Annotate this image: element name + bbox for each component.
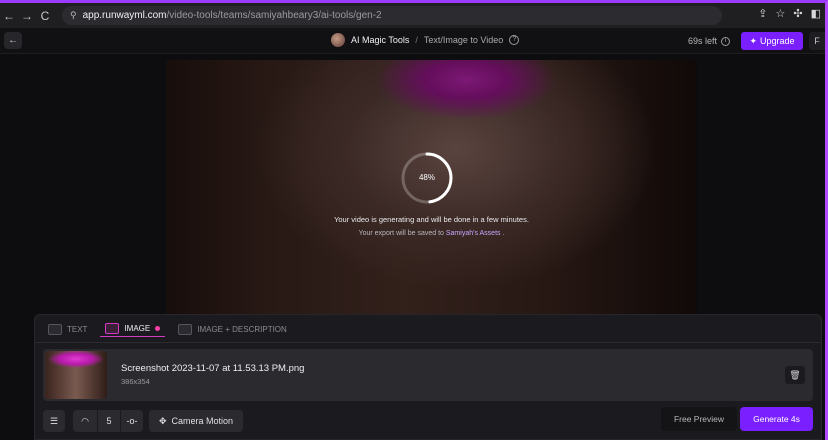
site-info-icon[interactable]: ⚲ xyxy=(70,10,77,21)
file-name: Screenshot 2023-11-07 at 11.53.13 PM.png xyxy=(121,363,305,374)
credits-text: 69s left xyxy=(688,36,718,46)
tab-label: TEXT xyxy=(67,324,88,334)
motion-value[interactable]: 5 xyxy=(98,416,120,426)
tab-label: IMAGE + DESCRIPTION xyxy=(197,324,287,334)
extensions-icon[interactable]: ✣ xyxy=(793,7,802,20)
sliders-icon: ☰ xyxy=(49,415,59,426)
upgrade-label: Upgrade xyxy=(760,36,795,46)
arrow-left-icon[interactable]: ← xyxy=(0,9,18,23)
breadcrumb: AI Magic Tools / Text/Image to Video ? xyxy=(331,33,520,47)
app-header: ← AI Magic Tools / Text/Image to Video ?… xyxy=(0,28,825,54)
header-extra-button[interactable]: F xyxy=(809,32,825,50)
breadcrumb-current: Text/Image to Video xyxy=(423,35,504,45)
url-host: app.runwayml.com xyxy=(82,10,167,21)
export-message: Your export will be saved to Samiyah's A… xyxy=(166,230,697,237)
sidebar-icon[interactable]: ◧ xyxy=(811,7,821,20)
url-path: /video-tools/teams/samiyahbeary3/ai-tool… xyxy=(166,10,382,21)
credits-remaining: 69s left i xyxy=(688,36,731,46)
back-button[interactable]: ← xyxy=(4,32,22,49)
divider xyxy=(35,342,821,343)
browser-actions: ⇪ ☆ ✣ ◧ xyxy=(758,7,821,20)
text-icon xyxy=(48,323,62,335)
input-mode-tabs: TEXT IMAGE IMAGE + DESCRIPTION xyxy=(43,321,292,337)
settings-button[interactable]: ☰ xyxy=(43,410,65,432)
speedometer-icon[interactable]: ◠ xyxy=(73,416,97,427)
tab-image-description[interactable]: IMAGE + DESCRIPTION xyxy=(173,321,292,337)
breadcrumb-magic-tools[interactable]: AI Magic Tools xyxy=(351,35,409,45)
adjust-icon[interactable]: -o- xyxy=(121,416,143,426)
sparkle-icon: ✦ xyxy=(749,35,757,46)
star-icon[interactable]: ☆ xyxy=(776,7,786,20)
tab-text[interactable]: TEXT xyxy=(43,321,92,337)
motion-control: ◠ 5 -o- xyxy=(73,410,143,432)
generation-panel: TEXT IMAGE IMAGE + DESCRIPTION Screensho… xyxy=(34,314,822,440)
arrow-right-icon[interactable]: → xyxy=(18,9,36,23)
info-icon[interactable]: i xyxy=(721,36,731,46)
avatar[interactable] xyxy=(331,33,345,47)
generating-message: Your video is generating and will be don… xyxy=(334,215,529,224)
breadcrumb-separator: / xyxy=(415,35,418,45)
camera-motion-button[interactable]: ✥ Camera Motion xyxy=(149,410,243,432)
trash-icon: 🗑 xyxy=(789,370,801,380)
export-suffix: . xyxy=(500,230,505,237)
browser-toolbar: ← → C ⚲ app.runwayml.com /video-tools/te… xyxy=(0,3,825,28)
image-text-icon xyxy=(178,323,193,335)
delete-image-button[interactable]: 🗑 xyxy=(785,366,805,384)
uploaded-image-card: Screenshot 2023-11-07 at 11.53.13 PM.png… xyxy=(43,349,813,401)
progress-percent: 48% xyxy=(418,173,435,182)
assets-link[interactable]: Samiyah's Assets xyxy=(446,230,501,237)
generation-toolbar: ☰ ◠ 5 -o- ✥ Camera Motion Free Preview G… xyxy=(43,407,815,432)
image-icon xyxy=(105,323,120,334)
camera-motion-label: Camera Motion xyxy=(171,416,234,426)
tab-image[interactable]: IMAGE xyxy=(100,321,166,337)
share-icon[interactable]: ⇪ xyxy=(758,7,767,20)
camera-move-icon: ✥ xyxy=(158,415,167,426)
export-prefix: Your export will be saved to xyxy=(358,230,446,237)
generate-button[interactable]: Generate 4s xyxy=(740,407,813,431)
help-icon[interactable]: ? xyxy=(509,35,520,45)
upgrade-button[interactable]: ✦ Upgrade xyxy=(741,32,803,50)
address-bar[interactable]: ⚲ app.runwayml.com /video-tools/teams/sa… xyxy=(62,6,722,25)
video-preview: 48% Your video is generating and will be… xyxy=(166,60,697,320)
reload-icon[interactable]: C xyxy=(36,9,54,23)
image-thumbnail xyxy=(45,351,107,399)
tab-label: IMAGE xyxy=(124,324,151,333)
free-preview-button[interactable]: Free Preview xyxy=(661,407,737,431)
active-dot xyxy=(155,326,161,331)
file-dimensions: 386x354 xyxy=(121,377,150,386)
